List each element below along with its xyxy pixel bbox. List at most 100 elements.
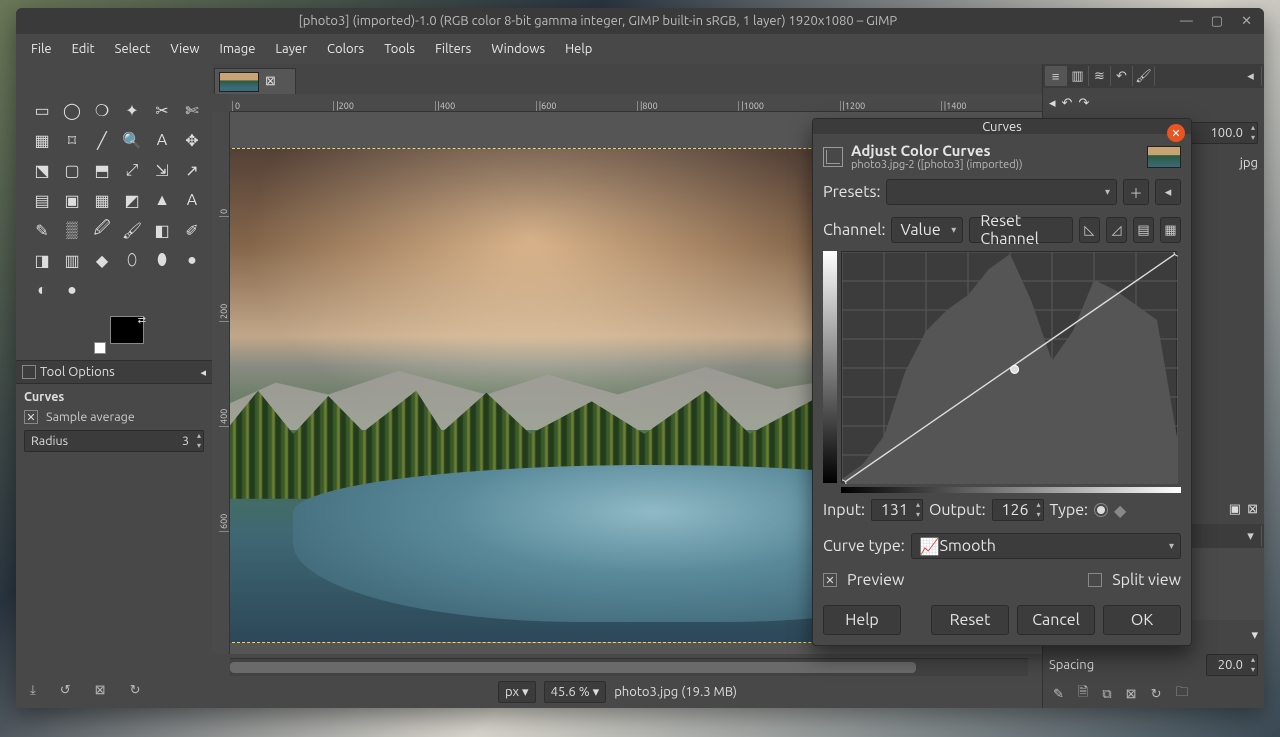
tool-path-icon[interactable]: ● (180, 248, 204, 272)
tool-align-icon[interactable]: ⬔ (30, 158, 54, 182)
input-spinner[interactable]: 131 (871, 499, 923, 521)
curves-plot[interactable] (841, 251, 1177, 483)
brush-delete-icon[interactable]: ⊠ (1126, 687, 1137, 702)
layer-delete-icon[interactable]: ⊠ (1247, 502, 1258, 517)
sample-average-checkbox[interactable]: ✕ (24, 410, 38, 424)
tool-extra-icon[interactable]: ● (60, 278, 84, 302)
menu-filters[interactable]: Filters (426, 38, 480, 60)
tool-scale-icon[interactable]: ⬒ (90, 158, 114, 182)
tool-unified-transform-icon[interactable]: ⌑ (60, 128, 84, 152)
dock-tab-paths-icon[interactable]: ≋ (1089, 66, 1111, 86)
tool-crop-icon[interactable]: ▦ (30, 128, 54, 152)
tool-text-a-icon[interactable]: A (150, 128, 174, 152)
tool-ink-icon[interactable]: ◧ (150, 218, 174, 242)
log-histogram-icon[interactable]: ◿ (1106, 217, 1127, 243)
spacing-spinner[interactable]: 20.0 (1206, 654, 1258, 676)
ok-button[interactable]: OK (1103, 605, 1181, 635)
menu-layer[interactable]: Layer (266, 38, 316, 60)
tool-scissors-icon[interactable]: ✂ (150, 98, 174, 122)
menu-colors[interactable]: Colors (318, 38, 373, 60)
maximize-icon[interactable]: ▢ (1211, 14, 1223, 29)
tool-rotate-icon[interactable]: ▢ (60, 158, 84, 182)
tool-move-icon[interactable]: ✥ (180, 128, 204, 152)
tool-zoom-icon[interactable]: 🔍 (120, 128, 144, 152)
channel-select[interactable]: Value (891, 217, 963, 243)
point-type-smooth-radio[interactable] (1094, 503, 1108, 517)
bg-color-swatch[interactable] (94, 342, 106, 354)
dock-undo-icon[interactable]: ↶ (1062, 96, 1073, 111)
scale-percept-icon[interactable]: ▦ (1160, 217, 1181, 243)
preset-menu-icon[interactable]: ◂ (1155, 179, 1181, 205)
tool-mypaint-icon[interactable]: ◐ (30, 278, 54, 302)
save-tool-preset-icon[interactable]: ⤓ (30, 683, 36, 698)
tool-flip-icon[interactable]: ↗ (180, 158, 204, 182)
tool-cage-icon[interactable]: ▤ (30, 188, 54, 212)
reset-channel-button[interactable]: Reset Channel (969, 217, 1073, 243)
dock-redo-icon[interactable]: ↷ (1078, 96, 1089, 111)
preset-add-icon[interactable]: ＋ (1123, 179, 1149, 205)
cancel-button[interactable]: Cancel (1017, 605, 1095, 635)
unit-selector[interactable]: px ▾ (498, 681, 536, 703)
menu-windows[interactable]: Windows (482, 38, 554, 60)
menu-view[interactable]: View (161, 38, 208, 60)
tool-gradient-icon[interactable]: ◩ (120, 188, 144, 212)
linear-histogram-icon[interactable]: ◺ (1079, 217, 1100, 243)
menu-image[interactable]: Image (211, 38, 265, 60)
restore-tool-preset-icon[interactable]: ↺ (60, 683, 71, 698)
tool-clone-icon[interactable]: ✐ (180, 218, 204, 242)
tool-shear-icon[interactable]: ⤢ (120, 158, 144, 182)
panel-menu-icon[interactable]: ◂ (200, 366, 206, 379)
image-tab-close-icon[interactable]: ⊠ (265, 74, 276, 89)
dock-menu-icon[interactable]: ◂ (1240, 66, 1262, 86)
tool-rect-select-icon[interactable]: ▭ (30, 98, 54, 122)
minimize-icon[interactable]: — (1180, 14, 1193, 29)
tool-foreground-icon[interactable]: ✄ (180, 98, 204, 122)
scale-linear-icon[interactable]: ▤ (1133, 217, 1154, 243)
tool-heal-icon[interactable]: ◨ (30, 248, 54, 272)
tool-blur-icon[interactable]: ◆ (90, 248, 114, 272)
tool-smudge-icon[interactable]: ▥ (60, 248, 84, 272)
curve-type-select[interactable]: 📈 Smooth (911, 533, 1181, 559)
tool-ellipse-select-icon[interactable]: ◯ (60, 98, 84, 122)
brush-dock-menu-icon[interactable]: ▾ (1240, 526, 1262, 546)
image-tab[interactable]: ⊠ (214, 68, 296, 94)
reset-tool-preset-icon[interactable]: ↻ (130, 683, 141, 698)
tool-bucket-icon[interactable]: ▦ (90, 188, 114, 212)
menu-tools[interactable]: Tools (375, 38, 424, 60)
menu-select[interactable]: Select (106, 38, 160, 60)
tool-paint-icon[interactable]: ✎ (30, 218, 54, 242)
split-view-checkbox[interactable]: ✕ (1088, 573, 1102, 587)
tool-fuzzy-select-icon[interactable]: ✦ (120, 98, 144, 122)
dock-tab-brush-icon[interactable]: 🖌 (1133, 66, 1155, 86)
tool-pencil-icon[interactable]: ▲ (150, 188, 174, 212)
tool-warp-icon[interactable]: ▣ (60, 188, 84, 212)
dock-back-icon[interactable]: ◂ (1049, 96, 1056, 111)
tool-brush-icon[interactable]: 🖉 (90, 218, 114, 242)
close-window-icon[interactable]: ✕ (1241, 14, 1252, 29)
brush-panel-menu-icon[interactable]: ▾ (1251, 628, 1258, 643)
tool-color-picker-icon[interactable]: ⬮ (150, 248, 174, 272)
tool-dodge-icon[interactable]: ⬯ (120, 248, 144, 272)
menu-help[interactable]: Help (556, 38, 601, 60)
zoom-selector[interactable]: 45.6 % ▾ (544, 681, 607, 703)
swap-colors-icon[interactable]: ⇄ (138, 314, 146, 326)
tool-text-icon[interactable]: A (180, 188, 204, 212)
brush-new-icon[interactable]: 🗎 (1078, 683, 1088, 705)
tool-measure-icon[interactable]: ╱ (90, 128, 114, 152)
tool-airbrush-icon[interactable]: 🖌 (120, 218, 144, 242)
brush-duplicate-icon[interactable]: ⧉ (1102, 687, 1111, 702)
tool-free-select-icon[interactable]: ❍ (90, 98, 114, 122)
ruler-horizontal[interactable]: 0|200|400|600|800|1000|1200|1400 (230, 94, 1042, 112)
preview-checkbox[interactable]: ✕ (823, 573, 837, 587)
help-button[interactable]: Help (823, 605, 901, 635)
brush-open-icon[interactable]: 🗀 (1175, 683, 1188, 705)
radius-spinner[interactable]: Radius 3 (24, 430, 204, 452)
reset-button[interactable]: Reset (931, 605, 1009, 635)
tool-perspective-icon[interactable]: ⇲ (150, 158, 174, 182)
color-swatches[interactable]: ⇄ (94, 316, 144, 354)
tool-pattern-icon[interactable]: ▒ (60, 218, 84, 242)
brush-refresh-icon[interactable]: ↻ (1151, 687, 1162, 702)
dock-tab-undo-icon[interactable]: ↶ (1111, 66, 1133, 86)
horizontal-scrollbar[interactable] (230, 658, 1028, 676)
menu-edit[interactable]: Edit (63, 38, 104, 60)
